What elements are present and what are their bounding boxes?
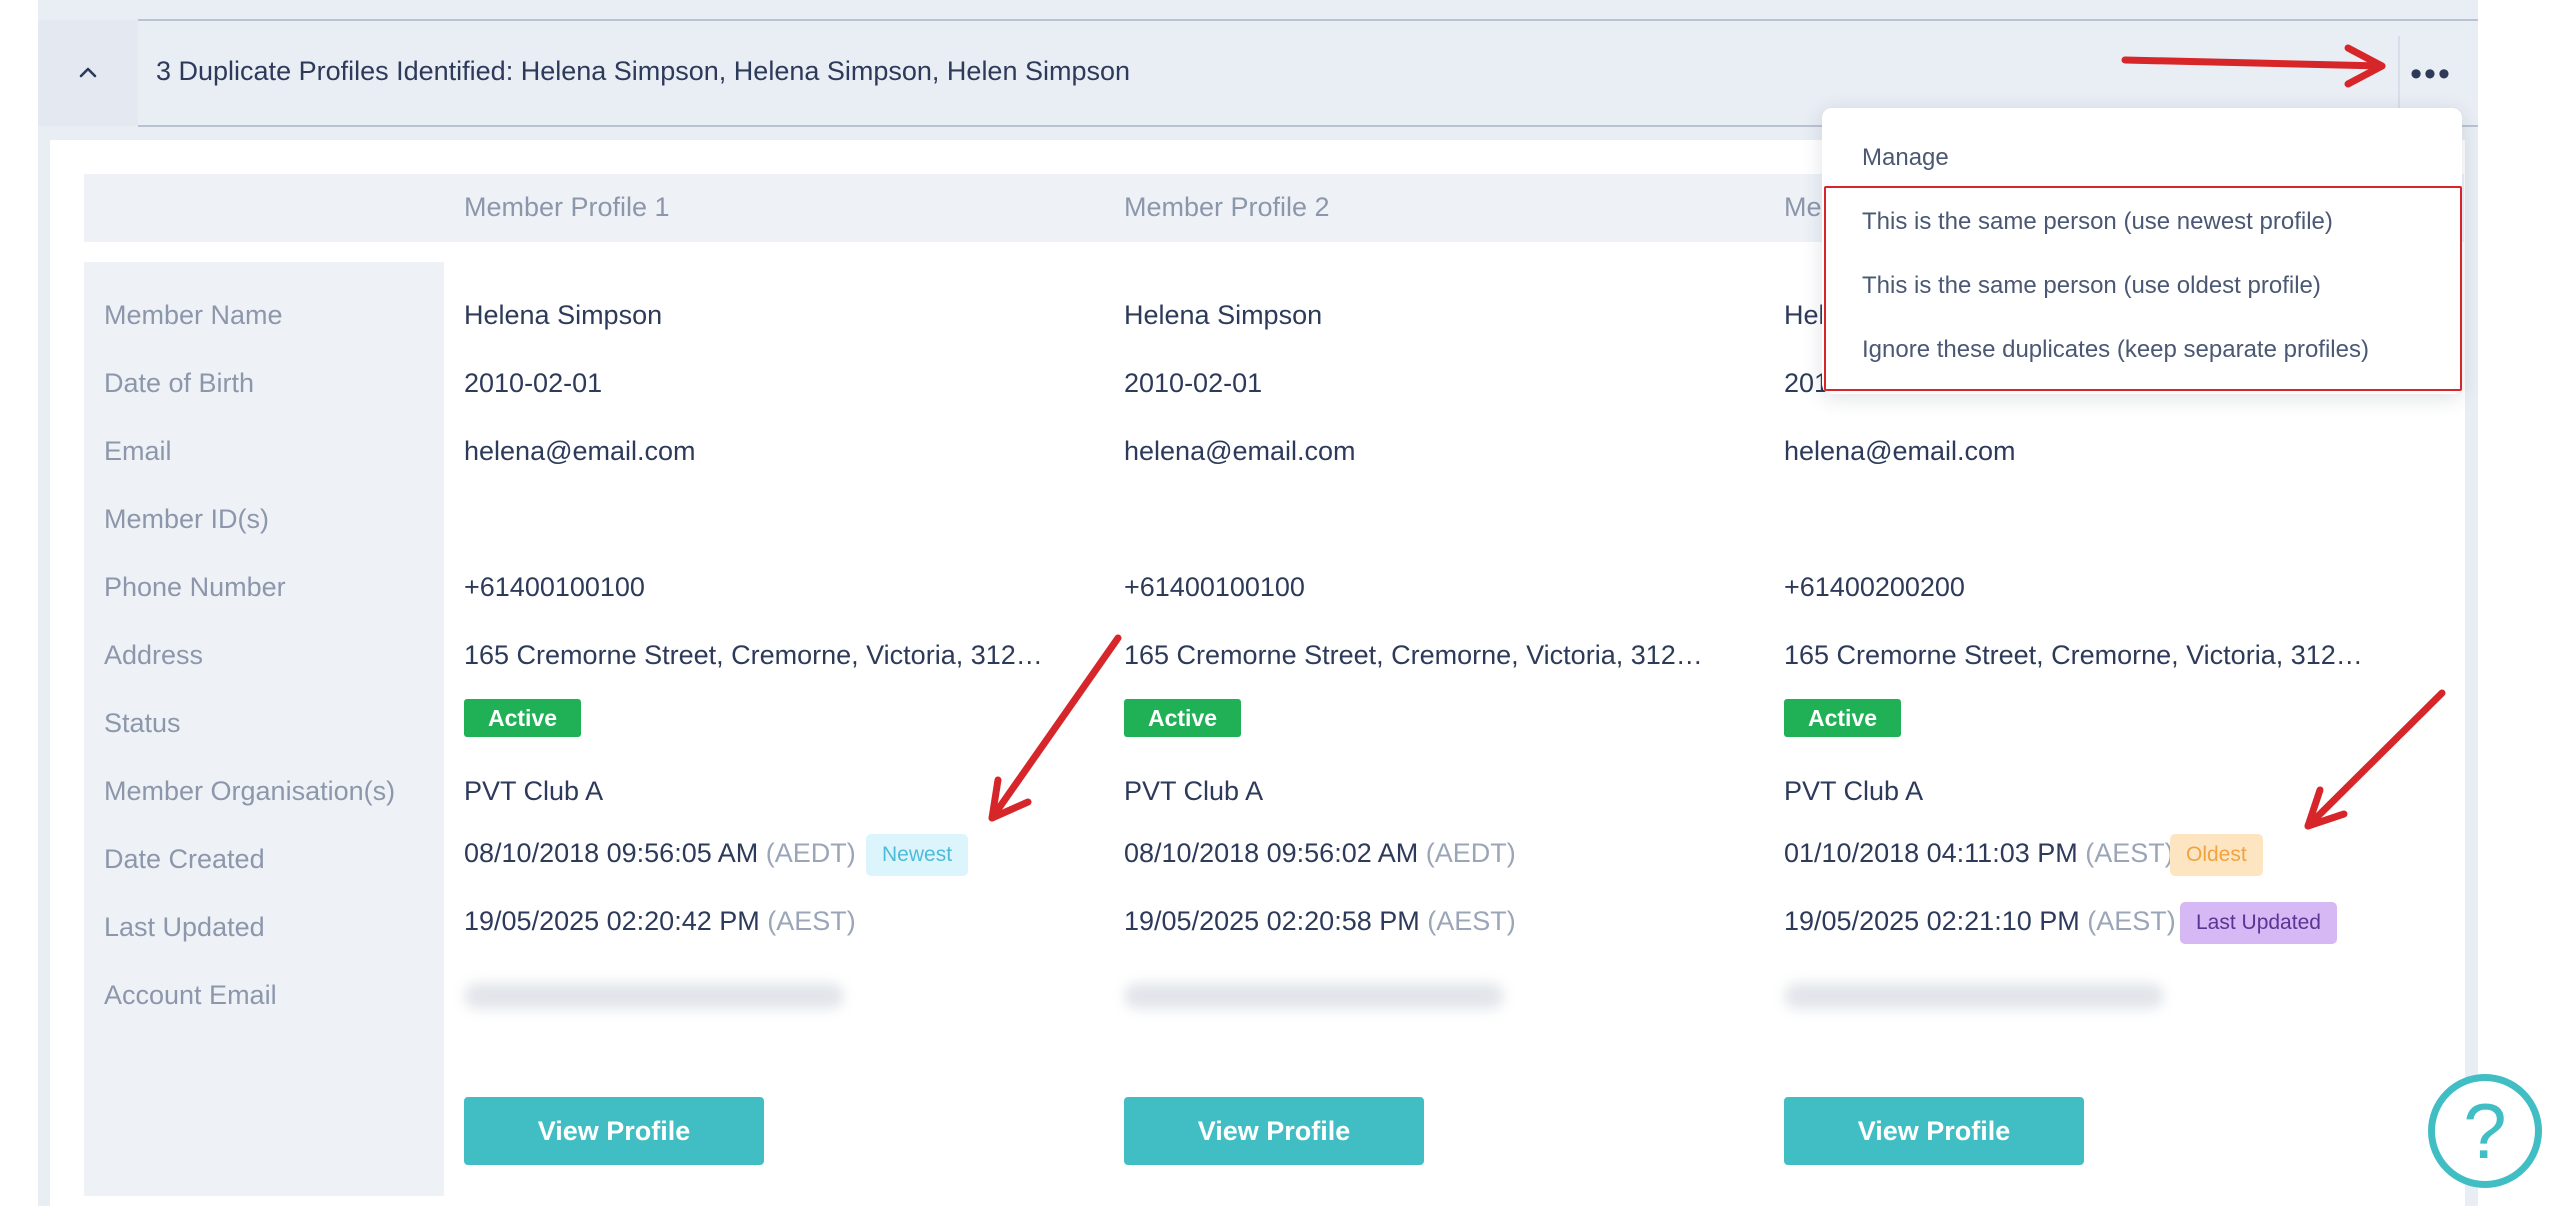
view-profile-3-button[interactable]: View Profile [1784, 1097, 2084, 1165]
view-profile-1-button[interactable]: View Profile [464, 1097, 764, 1165]
profile-2-date-created: 08/10/2018 09:56:02 AM (AEDT) [1124, 838, 1516, 869]
label-account-email: Account Email [104, 980, 277, 1010]
question-mark-icon: ? [2463, 1087, 2507, 1175]
profile-1-address: 165 Cremorne Street, Cremorne, Victoria,… [464, 640, 1056, 678]
profile-3-status-badge: Active [1784, 699, 1902, 737]
collapse-button[interactable] [38, 20, 138, 126]
label-last-updated: Last Updated [104, 912, 265, 942]
profile-3-updated-value: 19/05/2025 02:21:10 PM [1784, 906, 2080, 936]
profile-2-updated-value: 19/05/2025 02:20:58 PM [1124, 906, 1420, 936]
profile-2-created-value: 08/10/2018 09:56:02 AM [1124, 838, 1419, 868]
profile-3-address-text: 165 Cremorne Street, Cremorne, Victoria,… [1784, 640, 2376, 670]
profile-2-name: Helena Simpson [1124, 300, 1323, 330]
profile-2-organisation: PVT Club A [1124, 776, 1264, 806]
view-profile-2-button[interactable]: View Profile [1124, 1097, 1424, 1165]
profile-1-updated-timezone: (AEST) [767, 906, 856, 936]
profile-2-created-timezone: (AEDT) [1425, 838, 1516, 868]
profile-2-last-updated: 19/05/2025 02:20:58 PM (AEST) [1124, 906, 1516, 937]
label-member-organisations: Member Organisation(s) [104, 776, 396, 806]
profile-3-created-timezone: (AEST) [2085, 838, 2174, 868]
menu-item-ignore-duplicates[interactable]: Ignore these duplicates (keep separate p… [1862, 336, 2369, 364]
oldest-badge: Oldest [2170, 834, 2263, 876]
profile-1-organisation: PVT Club A [464, 776, 604, 806]
profile-3-created-value: 01/10/2018 04:11:03 PM [1784, 838, 2078, 868]
profile-1-updated-value: 19/05/2025 02:20:42 PM [464, 906, 760, 936]
profile-3-last-updated: 19/05/2025 02:21:10 PM (AEST) [1784, 906, 2176, 937]
label-address: Address [104, 640, 204, 670]
profile-1-email: helena@email.com [464, 436, 696, 466]
profile-3-account-email-blurred [1784, 983, 2164, 1009]
profile-1-account-email-blurred [464, 983, 844, 1009]
profile-1-last-updated: 19/05/2025 02:20:42 PM (AEST) [464, 906, 856, 937]
profile-1-name: Helena Simpson [464, 300, 663, 330]
profile-3-organisation: PVT Club A [1784, 776, 1924, 806]
profile-2-updated-timezone: (AEST) [1427, 906, 1516, 936]
label-date-created: Date Created [104, 844, 265, 874]
profile-3-email: helena@email.com [1784, 436, 2016, 466]
profile-3-address: 165 Cremorne Street, Cremorne, Victoria,… [1784, 640, 2376, 678]
profile-3-date-created: 01/10/2018 04:11:03 PM (AEST) [1784, 838, 2174, 869]
profile-3-updated-timezone: (AEST) [2087, 906, 2176, 936]
divider [138, 19, 2478, 21]
profile-2-phone: +61400100100 [1124, 572, 1305, 602]
last-updated-badge: Last Updated [2180, 902, 2337, 944]
profile-1-dob: 2010-02-01 [464, 368, 603, 398]
label-member-name: Member Name [104, 300, 283, 330]
profile-1-address-text: 165 Cremorne Street, Cremorne, Victoria,… [464, 640, 1056, 670]
profile-2-email: helena@email.com [1124, 436, 1356, 466]
profile-1-created-value: 08/10/2018 09:56:05 AM [464, 838, 759, 868]
column-header-profile-1: Member Profile 1 [464, 192, 670, 222]
profile-2-address-text: 165 Cremorne Street, Cremorne, Victoria,… [1124, 640, 1716, 670]
duplicate-group-title: 3 Duplicate Profiles Identified: Helena … [156, 56, 1131, 86]
label-email: Email [104, 436, 172, 466]
profile-2-account-email-blurred [1124, 983, 1504, 1009]
menu-item-merge-use-oldest[interactable]: This is the same person (use oldest prof… [1862, 272, 2321, 300]
profile-1-phone: +61400100100 [464, 572, 645, 602]
profile-1-date-created: 08/10/2018 09:56:05 AM (AEDT) [464, 838, 856, 869]
more-actions-button[interactable]: ••• [2398, 36, 2462, 112]
profile-2-dob: 2010-02-01 [1124, 368, 1263, 398]
column-header-profile-2: Member Profile 2 [1124, 192, 1330, 222]
more-actions-menu: Manage This is the same person (use newe… [1822, 108, 2462, 394]
help-button[interactable]: ? [2428, 1074, 2542, 1188]
chevron-up-icon [79, 67, 97, 78]
menu-item-manage[interactable]: Manage [1862, 144, 1949, 172]
profile-3-phone: +61400200200 [1784, 572, 1965, 602]
more-horizontal-icon: ••• [2410, 55, 2452, 93]
label-date-of-birth: Date of Birth [104, 368, 255, 398]
label-phone-number: Phone Number [104, 572, 286, 602]
profile-2-status-badge: Active [1124, 699, 1242, 737]
menu-item-merge-use-newest[interactable]: This is the same person (use newest prof… [1862, 208, 2333, 236]
label-member-ids: Member ID(s) [104, 504, 270, 534]
profile-1-status-badge: Active [464, 699, 582, 737]
label-status: Status [104, 708, 181, 738]
profile-1-created-timezone: (AEDT) [765, 838, 856, 868]
newest-badge: Newest [866, 834, 969, 876]
profile-2-address: 165 Cremorne Street, Cremorne, Victoria,… [1124, 640, 1716, 678]
